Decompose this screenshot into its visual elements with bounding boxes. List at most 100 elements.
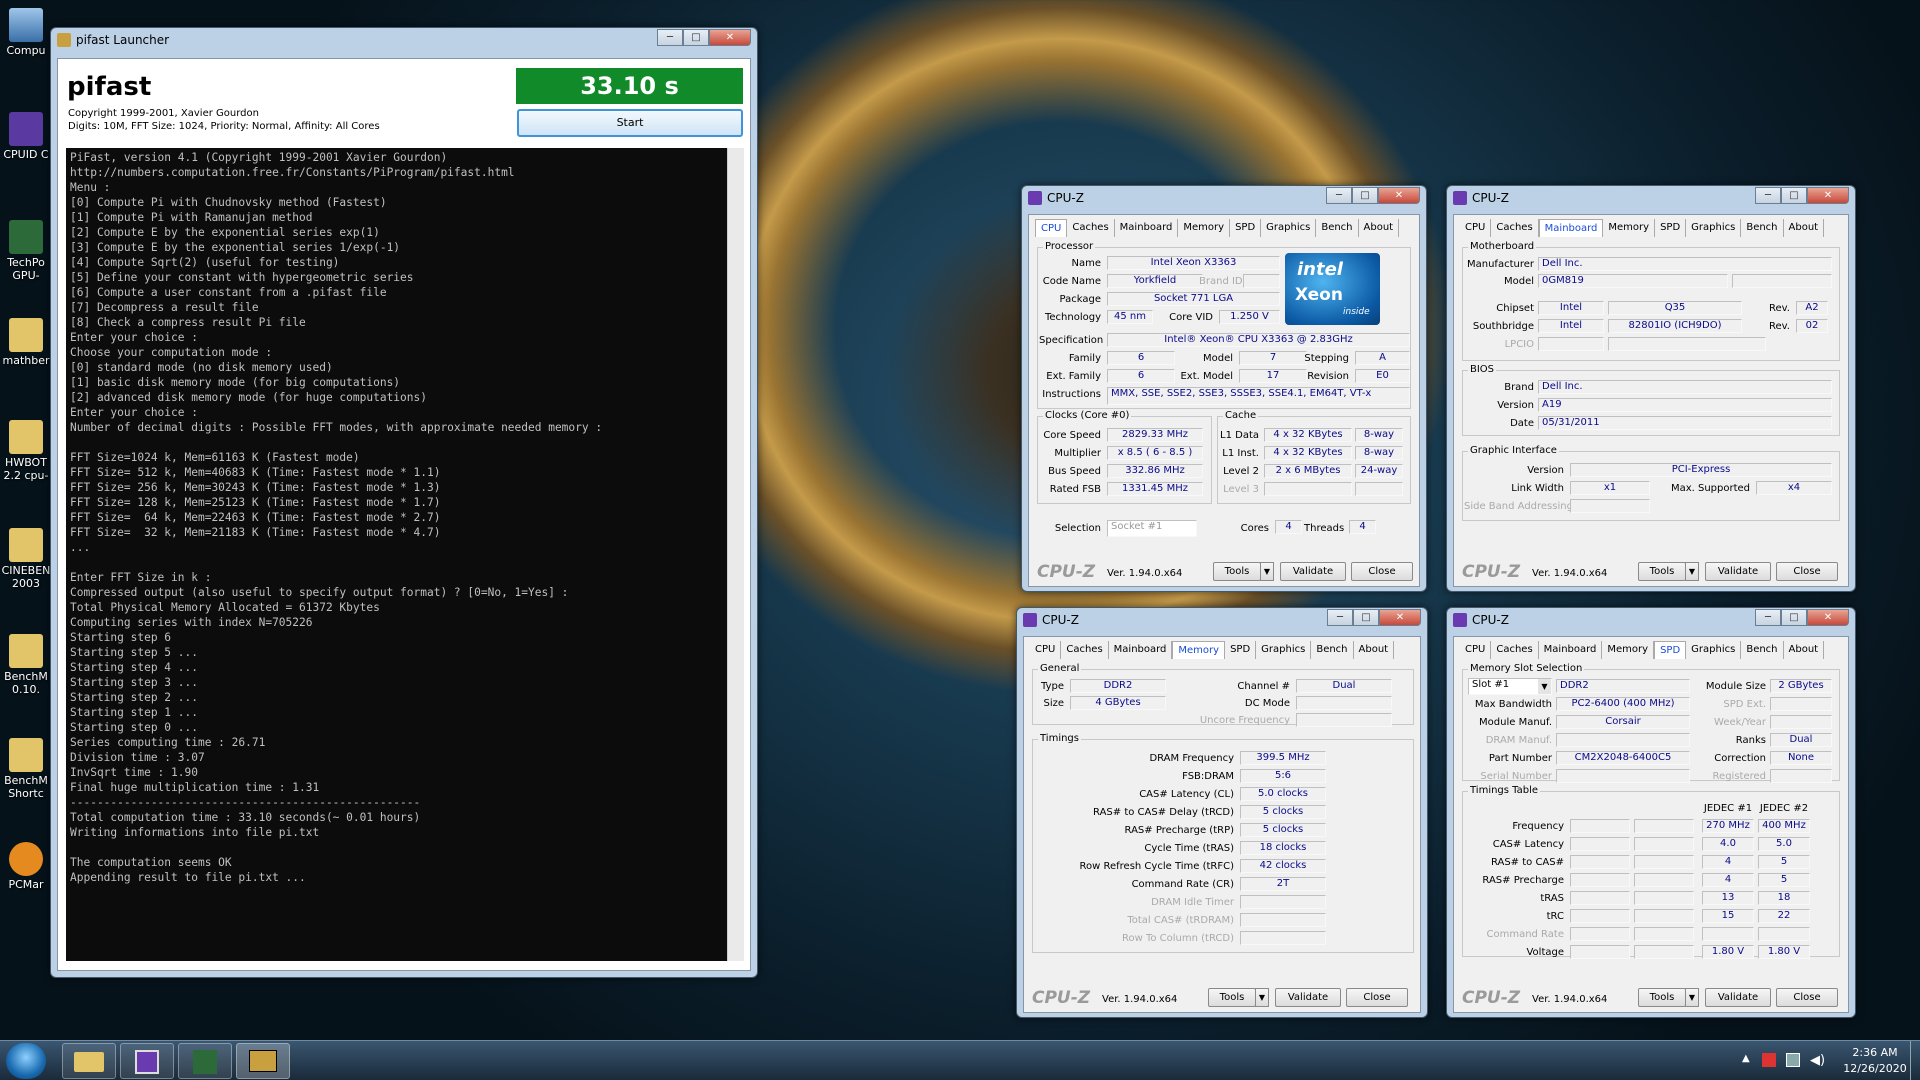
close-button[interactable]: ✕ — [1807, 187, 1849, 204]
tab-mainboard[interactable]: Mainboard — [1539, 641, 1603, 659]
show-desktop-button[interactable] — [1910, 1041, 1920, 1080]
taskbar-pifast-button[interactable] — [236, 1043, 290, 1079]
tools-dropdown-icon[interactable]: ▼ — [1685, 562, 1699, 581]
tab-caches[interactable]: Caches — [1491, 219, 1539, 237]
close-button[interactable]: ✕ — [1378, 187, 1420, 204]
tab-about[interactable]: About — [1784, 641, 1825, 659]
tab-cpu[interactable]: CPU — [1035, 219, 1068, 237]
tab-about[interactable]: About — [1784, 219, 1825, 237]
tray-arrow-icon[interactable]: ▲ — [1742, 1053, 1750, 1064]
desktop-icon-mathber[interactable]: mathber — [0, 318, 52, 367]
tab-about[interactable]: About — [1354, 641, 1395, 659]
tab-cpu[interactable]: CPU — [1460, 641, 1492, 659]
start-orb-button[interactable] — [6, 1043, 46, 1079]
specification: Intel® Xeon® CPU X3363 @ 2.83GHz — [1107, 333, 1410, 347]
timing-value: 42 clocks — [1240, 859, 1326, 873]
tab-spd[interactable]: SPD — [1654, 641, 1687, 659]
timing-label: Cycle Time (tRAS) — [1144, 843, 1234, 854]
tab-cpu[interactable]: CPU — [1460, 219, 1492, 237]
maximize-button[interactable]: □ — [1352, 187, 1378, 204]
minimize-button[interactable]: ─ — [657, 29, 683, 46]
tab-graphics[interactable]: Graphics — [1686, 219, 1742, 237]
tools-dropdown-icon[interactable]: ▼ — [1255, 988, 1269, 1007]
minimize-button[interactable]: ─ — [1326, 187, 1352, 204]
jedec-2-header: JEDEC #2 — [1759, 803, 1809, 814]
tab-memory[interactable]: Memory — [1603, 219, 1656, 237]
validate-button[interactable]: Validate — [1705, 988, 1771, 1007]
tab-graphics[interactable]: Graphics — [1686, 641, 1742, 659]
desktop-icon-hwbot[interactable]: HWBOT 2.2 cpu- — [0, 420, 52, 482]
maximize-button[interactable]: □ — [1781, 187, 1807, 204]
tab-graphics[interactable]: Graphics — [1261, 219, 1317, 237]
tools-button[interactable]: Tools — [1638, 562, 1686, 581]
tab-spd[interactable]: SPD — [1225, 641, 1257, 659]
tools-dropdown-icon[interactable]: ▼ — [1685, 988, 1699, 1007]
close-button[interactable]: ✕ — [1379, 609, 1421, 626]
maximize-button[interactable]: □ — [1781, 609, 1807, 626]
tab-caches[interactable]: Caches — [1061, 641, 1109, 659]
tab-bench[interactable]: Bench — [1741, 219, 1784, 237]
tab-spd[interactable]: SPD — [1655, 219, 1687, 237]
close-button[interactable]: Close — [1351, 562, 1413, 581]
close-button[interactable]: ✕ — [1807, 609, 1849, 626]
taskbar-cpuz-button[interactable] — [120, 1043, 174, 1079]
timing-label: RAS# to CAS# Delay (tRCD) — [1093, 807, 1234, 818]
socket-select[interactable]: Socket #1 — [1107, 520, 1197, 537]
desktop-icon-benchmate-shortcut[interactable]: BenchM Shortc — [0, 738, 52, 800]
tab-mainboard[interactable]: Mainboard — [1109, 641, 1173, 659]
minimize-button[interactable]: ─ — [1327, 609, 1353, 626]
minimize-button[interactable]: ─ — [1755, 187, 1781, 204]
tab-bench[interactable]: Bench — [1741, 641, 1784, 659]
max-supported: x4 — [1756, 481, 1832, 495]
taskbar-gpuz-button[interactable] — [178, 1043, 232, 1079]
close-button[interactable]: Close — [1776, 988, 1838, 1007]
desktop-icon-pcmark[interactable]: PCMar — [0, 842, 52, 891]
tab-graphics[interactable]: Graphics — [1256, 641, 1312, 659]
action-center-flag-icon[interactable] — [1762, 1053, 1776, 1067]
validate-button[interactable]: Validate — [1705, 562, 1771, 581]
network-icon[interactable] — [1786, 1053, 1800, 1067]
maximize-button[interactable]: □ — [683, 29, 709, 46]
tab-cpu[interactable]: CPU — [1030, 641, 1062, 659]
shortcut-icon — [9, 738, 43, 772]
tools-dropdown-icon[interactable]: ▼ — [1260, 562, 1274, 581]
desktop-icon-benchmate[interactable]: BenchM 0.10. — [0, 634, 52, 696]
minimize-button[interactable]: ─ — [1755, 609, 1781, 626]
timings-table-label: Command Rate — [1486, 929, 1564, 940]
console-scrollbar[interactable] — [727, 148, 744, 961]
tab-memory[interactable]: Memory — [1602, 641, 1655, 659]
clock-time[interactable]: 2:36 AM — [1840, 1046, 1910, 1059]
desktop-icon-cinebench[interactable]: CINEBEN 2003 — [0, 528, 52, 590]
maximize-button[interactable]: □ — [1353, 609, 1379, 626]
timing-label: CAS# Latency (CL) — [1139, 789, 1234, 800]
tab-mainboard[interactable]: Mainboard — [1115, 219, 1179, 237]
start-button[interactable]: Start — [517, 109, 743, 137]
slot-dropdown-icon[interactable]: ▼ — [1538, 679, 1551, 694]
tools-button[interactable]: Tools — [1213, 562, 1261, 581]
chipset-vendor: Intel — [1538, 301, 1604, 315]
close-button[interactable]: Close — [1776, 562, 1838, 581]
tab-about[interactable]: About — [1359, 219, 1400, 237]
close-button[interactable]: ✕ — [709, 29, 751, 46]
tools-button[interactable]: Tools — [1638, 988, 1686, 1007]
close-button[interactable]: Close — [1346, 988, 1408, 1007]
tab-caches[interactable]: Caches — [1491, 641, 1539, 659]
tab-memory[interactable]: Memory — [1178, 219, 1231, 237]
volume-icon[interactable]: ◀) — [1810, 1053, 1825, 1068]
tab-memory[interactable]: Memory — [1172, 641, 1226, 659]
validate-button[interactable]: Validate — [1275, 988, 1341, 1007]
validate-button[interactable]: Validate — [1280, 562, 1346, 581]
desktop-icon-techpowerup[interactable]: TechPo GPU- — [0, 220, 52, 282]
clock-date[interactable]: 12/26/2020 — [1840, 1062, 1910, 1075]
tab-mainboard[interactable]: Mainboard — [1538, 219, 1604, 237]
desktop-icon-computer[interactable]: Compu — [0, 8, 52, 57]
pifast-titlebar[interactable]: pifast Launcher — [51, 28, 757, 52]
tab-spd[interactable]: SPD — [1230, 219, 1262, 237]
taskbar-explorer-button[interactable] — [62, 1043, 116, 1079]
tools-button[interactable]: Tools — [1208, 988, 1256, 1007]
tab-bench[interactable]: Bench — [1316, 219, 1359, 237]
tab-bench[interactable]: Bench — [1311, 641, 1354, 659]
tab-caches[interactable]: Caches — [1067, 219, 1115, 237]
desktop-icon-cpuid[interactable]: CPUID C — [0, 112, 52, 161]
graphic-interface-version: PCI-Express — [1570, 463, 1832, 477]
